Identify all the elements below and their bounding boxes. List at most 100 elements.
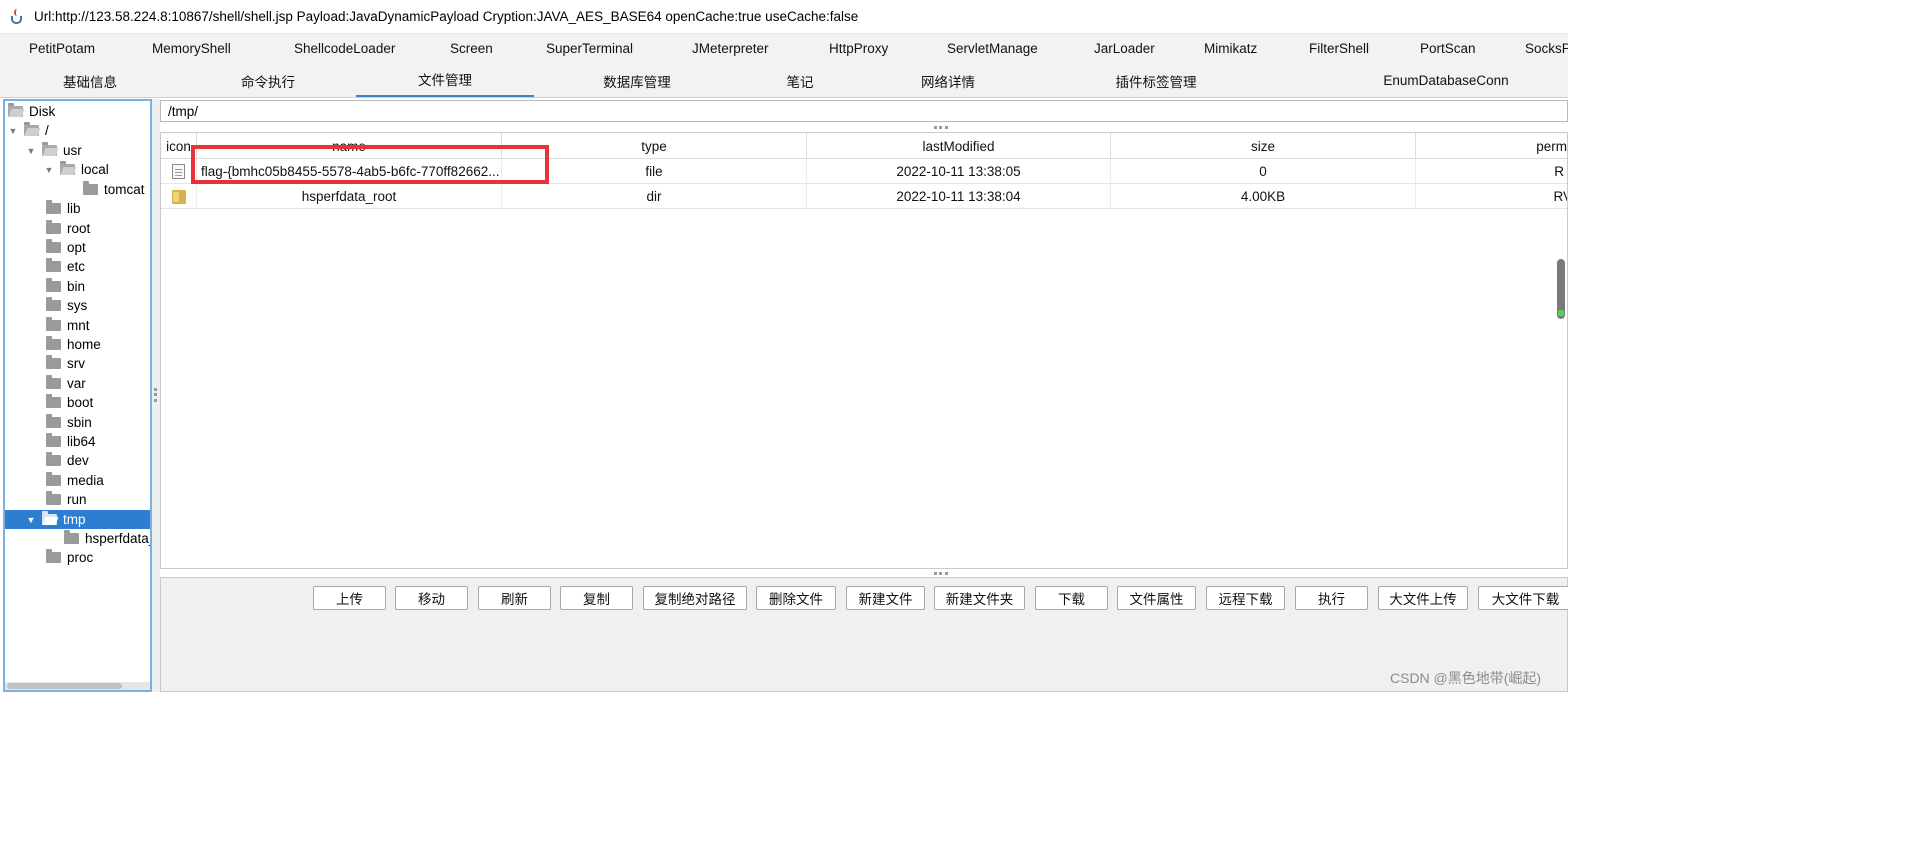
tree-node-run[interactable]: run [46,490,87,509]
remote-download-button[interactable]: 远程下载 [1206,586,1285,610]
copy-button[interactable]: 复制 [560,586,633,610]
tree-node-usr[interactable]: ▼ usr [26,141,82,160]
tree-node-bin[interactable]: bin [46,277,85,296]
tree-node-lib64[interactable]: lib64 [46,432,96,451]
column-header-name[interactable]: name [197,133,502,159]
tab-basic-info[interactable]: 基础信息 [0,63,180,97]
tree-node-sbin[interactable]: sbin [46,413,92,432]
tab-jarloader[interactable]: JarLoader [1094,41,1155,56]
folder-icon [46,220,61,234]
tree-node-etc[interactable]: etc [46,257,85,276]
tab-jmeterpreter[interactable]: JMeterpreter [692,41,769,56]
large-file-download-button[interactable]: 大文件下载 [1478,586,1568,610]
column-header-type[interactable]: type [502,133,807,159]
folder-icon [46,394,61,408]
tree-node-boot[interactable]: boot [46,393,93,412]
tab-httpproxy[interactable]: HttpProxy [829,41,888,56]
grip-dots-icon[interactable] [934,126,948,130]
tree-node-proc[interactable]: proc [46,548,93,567]
collapse-arrow-icon[interactable]: ▼ [44,165,54,175]
folder-icon [46,355,61,369]
tab-petitpotam[interactable]: PetitPotam [29,41,95,56]
execute-button[interactable]: 执行 [1295,586,1368,610]
tree-node-dev[interactable]: dev [46,451,89,470]
title-bar: Url:http://123.58.224.8:10867/shell/shel… [0,0,1568,33]
vertical-splitter[interactable] [152,99,160,692]
tab-portscan[interactable]: PortScan [1420,41,1476,56]
new-file-button[interactable]: 新建文件 [846,586,925,610]
tree-horizontal-scrollbar[interactable] [5,682,150,690]
path-input[interactable]: /tmp/ [160,100,1568,122]
tree-node-hsperfdata[interactable]: hsperfdata_ [64,529,150,548]
main-tab-bar: 基础信息 命令执行 文件管理 数据库管理 笔记 网络详情 插件标签管理 Enum… [0,63,1568,98]
side-scroll-widget[interactable] [1557,259,1565,319]
table-row[interactable]: flag-{bmhc05b8455-5578-4ab5-b6fc-770ff82… [161,159,1567,184]
refresh-button[interactable]: 刷新 [478,586,551,610]
tree-node-var[interactable]: var [46,374,86,393]
tab-enum-database-conn[interactable]: EnumDatabaseConn [1276,63,1568,97]
folder-icon [46,239,61,253]
table-cell-name: flag-{bmhc05b8455-5578-4ab5-b6fc-770ff82… [197,159,502,184]
tab-superterminal[interactable]: SuperTerminal [546,41,633,56]
large-file-upload-button[interactable]: 大文件上传 [1378,586,1468,610]
grip-dots-icon[interactable] [934,572,948,576]
tab-screen[interactable]: Screen [450,41,493,56]
download-button[interactable]: 下载 [1035,586,1108,610]
tab-notes[interactable]: 笔记 [740,63,860,97]
tab-servletmanage[interactable]: ServletManage [947,41,1038,56]
column-header-lastmodified[interactable]: lastModified [807,133,1111,159]
folder-icon [46,414,61,428]
file-properties-button[interactable]: 文件属性 [1117,586,1196,610]
tab-file-manager[interactable]: 文件管理 [356,63,534,97]
column-header-icon[interactable]: icon [161,133,197,159]
table-cell-perm: RV [1416,184,1567,209]
move-button[interactable]: 移动 [395,586,468,610]
upload-button[interactable]: 上传 [313,586,386,610]
copy-absolute-path-button[interactable]: 复制绝对路径 [643,586,747,610]
new-folder-button[interactable]: 新建文件夹 [934,586,1025,610]
tab-mimikatz[interactable]: Mimikatz [1204,41,1257,56]
tree-node-local[interactable]: ▼ local [44,160,109,179]
scrollbar-thumb[interactable] [7,683,122,689]
table-cell-icon [161,159,197,184]
folder-icon [46,472,61,486]
collapse-arrow-icon[interactable]: ▼ [8,126,18,136]
file-icon [172,164,185,179]
tab-socksp[interactable]: SocksP [1525,41,1568,56]
action-panel: 上传 移动 刷新 复制 复制绝对路径 删除文件 新建文件 新建文件夹 下载 文件… [160,577,1568,692]
column-header-size[interactable]: size [1111,133,1416,159]
tree-node-srv[interactable]: srv [46,354,85,373]
tree-node-mnt[interactable]: mnt [46,316,90,335]
delete-file-button[interactable]: 删除文件 [756,586,836,610]
directory-tree[interactable]: Disk ▼ / ▼ usr ▼ local tomcat lib root opt … [3,99,152,692]
tree-node-tomcat[interactable]: tomcat [83,180,145,199]
folder-icon [46,452,61,466]
tab-network-details[interactable]: 网络详情 [860,63,1036,97]
column-header-perm[interactable]: perm [1416,133,1567,159]
table-cell-lastmodified: 2022-10-11 13:38:04 [807,184,1111,209]
tab-database-manager[interactable]: 数据库管理 [534,63,740,97]
tree-node-tmp[interactable]: ▼ tmp [5,510,150,529]
tree-node-root[interactable]: root [46,219,90,238]
tree-node-root-slash[interactable]: ▼ / [8,121,49,140]
tab-plugin-tag-manager[interactable]: 插件标签管理 [1036,63,1276,97]
tab-memoryshell[interactable]: MemoryShell [152,41,231,56]
collapse-arrow-icon[interactable]: ▼ [26,515,36,525]
tree-node-sys[interactable]: sys [46,296,87,315]
table-row[interactable]: hsperfdata_root dir 2022-10-11 13:38:04 … [161,184,1567,209]
open-folder-icon [42,511,57,525]
tab-command-exec[interactable]: 命令执行 [180,63,356,97]
status-indicator-icon [1558,310,1564,316]
folder-icon [83,181,98,195]
tree-node-opt[interactable]: opt [46,238,86,257]
tree-node-home[interactable]: home [46,335,101,354]
collapse-arrow-icon[interactable]: ▼ [26,146,36,156]
folder-icon [46,297,61,311]
tree-node-media[interactable]: media [46,471,104,490]
tree-node-lib[interactable]: lib [46,199,81,218]
tab-filtershell[interactable]: FilterShell [1309,41,1369,56]
tree-node-disk[interactable]: Disk [8,102,55,121]
folder-icon [46,258,61,272]
open-folder-icon [8,103,23,117]
tab-shellcodeloader[interactable]: ShellcodeLoader [294,41,395,56]
